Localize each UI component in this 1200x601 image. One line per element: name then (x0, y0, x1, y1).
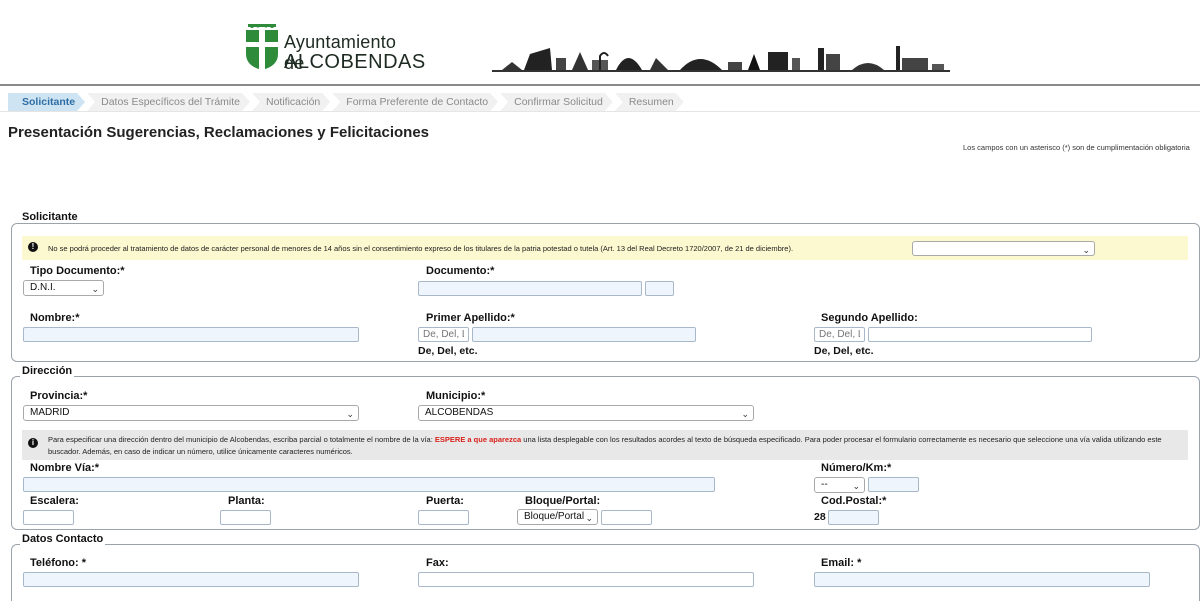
primer-apellido-input[interactable] (472, 327, 696, 342)
tipo-documento-label: Tipo Documento:* (30, 265, 125, 277)
logo-line-2: ALCOBENDAS (284, 51, 426, 73)
minors-notice-text: No se podrá proceder al tratamiento de d… (48, 244, 794, 253)
puerta-input[interactable] (418, 510, 469, 525)
provincia-select[interactable]: MADRID ⌄ (23, 405, 359, 421)
nombre-via-input[interactable] (23, 477, 715, 492)
required-fields-note: Los campos con un asterisco (*) son de c… (963, 143, 1190, 152)
step-confirmar[interactable]: Confirmar Solicitud (500, 93, 613, 111)
ayuntamiento-logo[interactable]: Ayuntamiento de ALCOBENDAS (244, 16, 425, 74)
numero-type-select[interactable]: -- ⌄ (814, 477, 865, 493)
telefono-input[interactable] (23, 572, 359, 587)
step-resumen[interactable]: Resumen (615, 93, 684, 111)
chevron-down-icon: ⌄ (91, 284, 99, 294)
contacto-legend: Datos Contacto (20, 533, 106, 545)
segundo-apellido-particula-input[interactable] (814, 327, 865, 342)
planta-input[interactable] (220, 510, 271, 525)
bloque-type-select[interactable]: Bloque/Portal ⌄ (517, 509, 598, 525)
tipo-documento-select[interactable]: D.N.I. ⌄ (23, 280, 104, 296)
header-divider (0, 84, 1200, 86)
documento-letra-input[interactable] (645, 281, 674, 296)
primer-apellido-label: Primer Apellido:* (426, 312, 515, 324)
telefono-label: Teléfono: * (30, 557, 87, 569)
numero-input[interactable] (868, 477, 919, 492)
numero-label: Número/Km:* (821, 462, 892, 474)
municipio-select[interactable]: ALCOBENDAS ⌄ (418, 405, 754, 421)
provincia-label: Provincia:* (30, 390, 88, 402)
address-notice-text: Para especificar una dirección dentro de… (48, 435, 1162, 456)
step-notificacion[interactable]: Notificación (252, 93, 330, 111)
documento-label: Documento:* (426, 265, 495, 277)
segundo-apellido-input[interactable] (868, 327, 1092, 342)
municipio-label: Municipio:* (426, 390, 486, 402)
email-label: Email: * (821, 557, 862, 569)
chevron-down-icon: ⌄ (585, 511, 593, 524)
segundo-apellido-hint: De, Del, etc. (814, 345, 874, 357)
steps-divider (0, 111, 1200, 112)
city-skyline-illustration (492, 46, 950, 72)
exclamation-icon: ! (28, 242, 38, 252)
cod-postal-label: Cod.Postal:* (821, 495, 887, 507)
chevron-down-icon: ⌄ (852, 481, 860, 491)
step-solicitante[interactable]: Solicitante (8, 93, 85, 111)
address-notice: i Para especificar una dirección dentro … (22, 430, 1188, 460)
cod-postal-input[interactable] (828, 510, 879, 525)
wizard-steps: Solicitante Datos Específicos del Trámit… (8, 93, 686, 111)
primer-apellido-hint: De, Del, etc. (418, 345, 478, 357)
puerta-label: Puerta: (426, 495, 464, 507)
chevron-down-icon: ⌄ (346, 409, 354, 419)
minors-consent-select[interactable]: ⌄ (912, 241, 1095, 256)
minors-notice: ! No se podrá proceder al tratamiento de… (22, 236, 1188, 260)
escalera-input[interactable] (23, 510, 74, 525)
step-datos-especificos[interactable]: Datos Específicos del Trámite (87, 93, 250, 111)
bloque-input[interactable] (601, 510, 652, 525)
page-title: Presentación Sugerencias, Reclamaciones … (8, 124, 430, 141)
solicitante-legend: Solicitante (20, 211, 80, 223)
fax-label: Fax: (426, 557, 449, 569)
alcobendas-shield-icon (246, 24, 278, 70)
planta-label: Planta: (228, 495, 265, 507)
segundo-apellido-label: Segundo Apellido: (821, 312, 918, 324)
chevron-down-icon: ⌄ (741, 409, 749, 419)
nombre-via-label: Nombre Vía:* (30, 462, 100, 474)
documento-input[interactable] (418, 281, 642, 296)
direccion-legend: Dirección (20, 365, 75, 377)
escalera-label: Escalera: (30, 495, 79, 507)
nombre-label: Nombre:* (30, 312, 80, 324)
cod-postal-prefix: 28 (814, 511, 826, 523)
chevron-down-icon: ⌄ (1082, 245, 1090, 255)
step-forma-contacto[interactable]: Forma Preferente de Contacto (332, 93, 498, 111)
site-header: Ayuntamiento de ALCOBENDAS (0, 0, 1200, 86)
fax-input[interactable] (418, 572, 754, 587)
info-icon: i (28, 438, 38, 448)
bloque-label: Bloque/Portal: (525, 495, 601, 507)
nombre-input[interactable] (23, 327, 359, 342)
primer-apellido-particula-input[interactable] (418, 327, 469, 342)
email-input[interactable] (814, 572, 1150, 587)
address-notice-highlight: ESPERE a que aparezca (434, 435, 522, 444)
